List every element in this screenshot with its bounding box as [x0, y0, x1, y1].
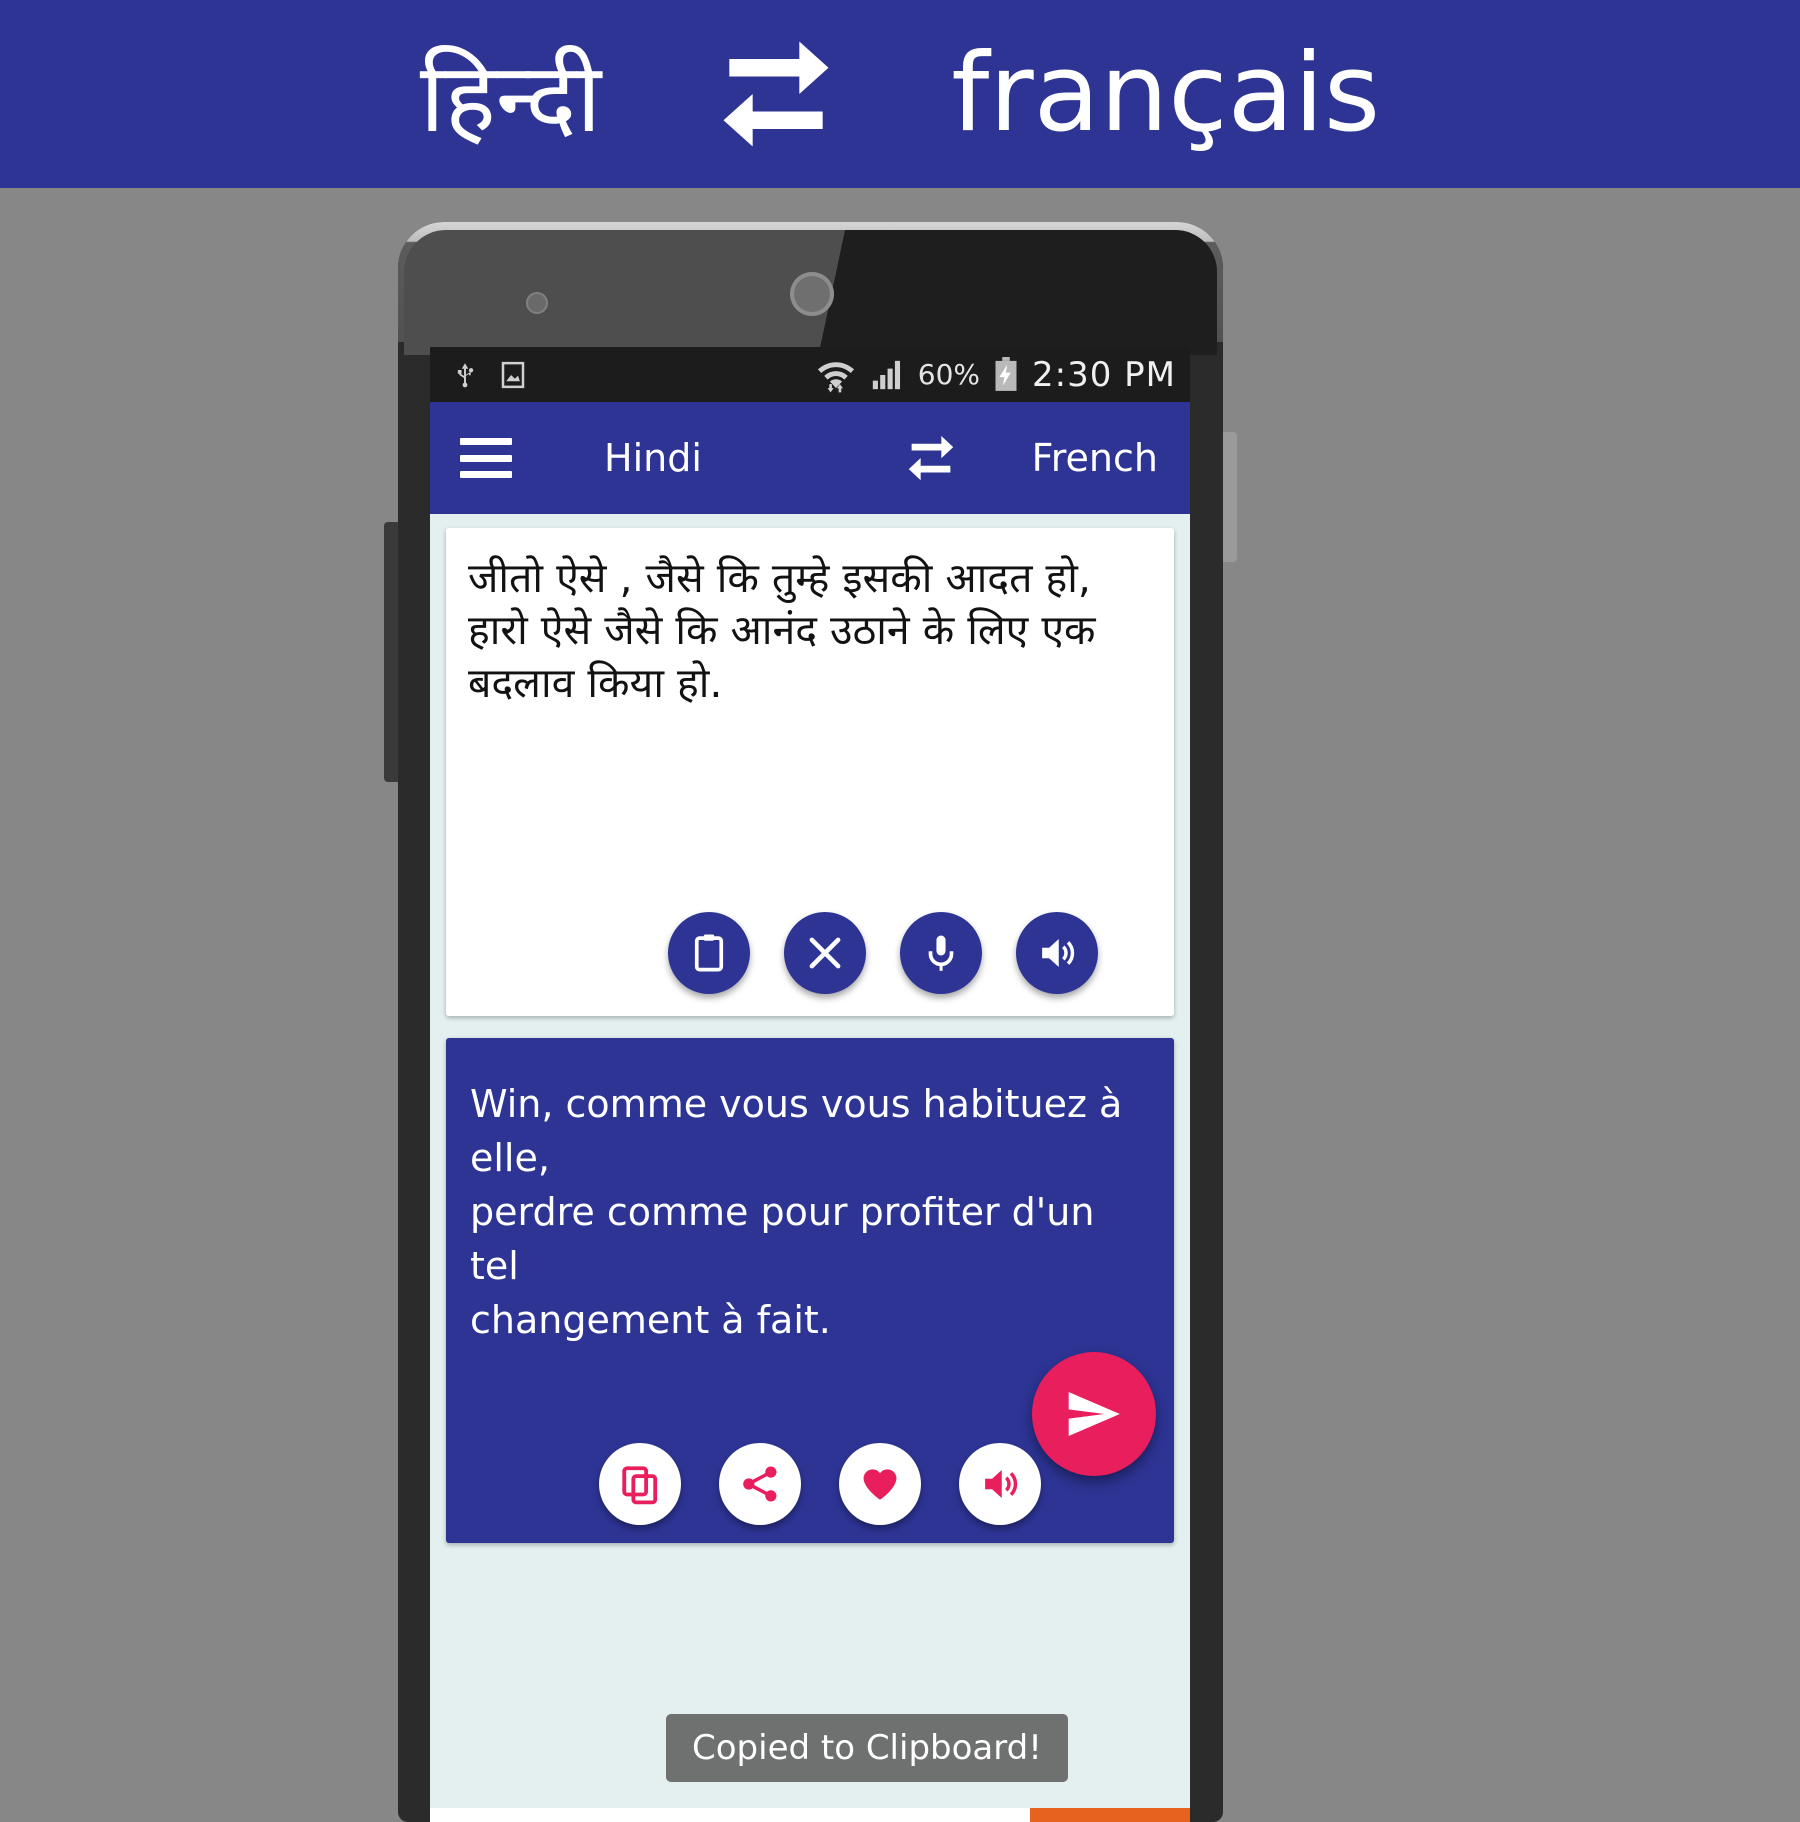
battery-charging-icon	[993, 356, 1019, 393]
battery-percent-label: 60%	[917, 358, 980, 391]
speak-source-button[interactable]	[1016, 912, 1098, 994]
volume-button[interactable]	[384, 522, 398, 782]
bottom-banner-accent	[1030, 1808, 1190, 1822]
source-text-card: जीतो ऐसे , जैसे कि तुम्हे इसकी आदत हो, ह…	[446, 528, 1174, 1016]
paste-button[interactable]	[668, 912, 750, 994]
hamburger-menu-icon[interactable]	[460, 438, 512, 478]
banner-source-language: हिन्दी	[419, 42, 602, 154]
phone-screen: 60% 2:30 PM Hindi French जीतो ऐसे , जैसे…	[430, 347, 1190, 1822]
toolbar-swap-icon[interactable]	[900, 427, 962, 489]
heart-icon	[859, 1463, 901, 1505]
language-pair-banner: हिन्दी français	[0, 0, 1800, 188]
share-icon	[739, 1463, 781, 1505]
banner-swap-icon	[701, 19, 851, 169]
clear-button[interactable]	[784, 912, 866, 994]
speaker-volume-icon	[1036, 932, 1078, 974]
translated-text: Win, comme vous vous habituez à elle, pe…	[470, 1082, 1123, 1342]
share-button[interactable]	[719, 1443, 801, 1525]
status-bar: 60% 2:30 PM	[430, 347, 1190, 402]
speaker-volume-icon	[979, 1463, 1021, 1505]
app-toolbar: Hindi French	[430, 402, 1190, 514]
copy-button[interactable]	[599, 1443, 681, 1525]
speak-target-button[interactable]	[959, 1443, 1041, 1525]
favorite-button[interactable]	[839, 1443, 921, 1525]
wifi-icon	[816, 357, 856, 393]
send-paper-plane-icon	[1063, 1383, 1125, 1445]
screen-glare	[806, 230, 1217, 355]
microphone-icon	[920, 932, 962, 974]
power-button[interactable]	[1223, 432, 1237, 562]
earpiece-speaker-icon	[790, 272, 834, 316]
phone-top-bezel	[404, 230, 1217, 355]
toast-message: Copied to Clipboard!	[666, 1714, 1068, 1782]
bottom-banner-strip	[430, 1808, 1190, 1822]
cellular-signal-icon	[869, 358, 905, 392]
toolbar-target-language[interactable]: French	[1032, 436, 1158, 480]
banner-target-language: français	[951, 31, 1381, 156]
front-camera-icon	[526, 292, 548, 314]
voice-input-button[interactable]	[900, 912, 982, 994]
clipboard-icon	[688, 932, 730, 974]
screenshot-image-icon	[498, 358, 528, 392]
phone-mockup: 60% 2:30 PM Hindi French जीतो ऐसे , जैसे…	[384, 222, 1237, 1822]
source-text[interactable]: जीतो ऐसे , जैसे कि तुम्हे इसकी आदत हो, ह…	[468, 552, 1152, 709]
usb-icon	[452, 358, 478, 392]
source-action-bar	[446, 912, 1174, 994]
close-x-icon	[804, 932, 846, 974]
toolbar-source-language[interactable]: Hindi	[604, 436, 702, 480]
status-clock: 2:30 PM	[1032, 354, 1176, 395]
translate-button[interactable]	[1032, 1352, 1156, 1476]
copy-icon	[619, 1463, 661, 1505]
